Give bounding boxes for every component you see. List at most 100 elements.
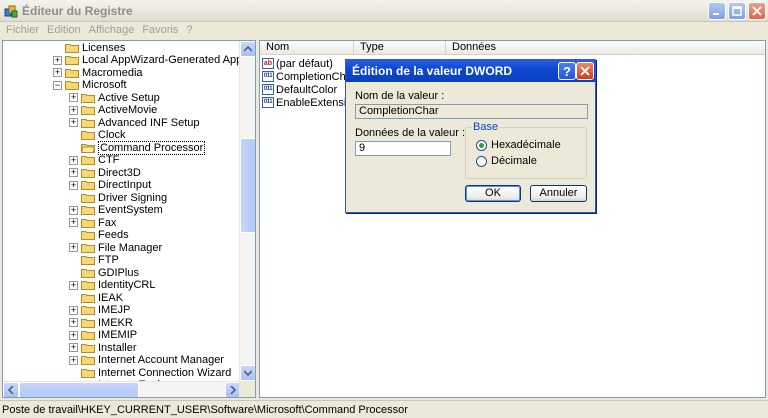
tree-item[interactable]: FTP (69, 254, 119, 267)
tree-item-label: CTF (98, 154, 120, 167)
tree-item[interactable]: + IMEKR (69, 317, 133, 330)
tree-item[interactable]: + Direct3D (69, 167, 141, 180)
hscroll-thumb[interactable] (19, 382, 139, 397)
expand-icon[interactable]: + (69, 280, 78, 290)
tree-item[interactable]: + File Manager (69, 242, 162, 255)
tree-item-label: Internet Connection Wizard (98, 366, 232, 379)
list-row[interactable]: 011 DefaultColor (262, 83, 337, 96)
column-type[interactable]: Type (354, 41, 446, 55)
title-bar: Éditeur du Registre (0, 0, 768, 22)
tree-item[interactable]: + IdentityCRL (69, 279, 155, 292)
registry-tree[interactable]: Licenses + Local AppWizard-Generated Appli… (2, 40, 256, 398)
tree-item-label: Direct3D (98, 166, 141, 179)
tree-item[interactable]: + IMEJP (69, 304, 130, 317)
tree-item[interactable]: − Microsoft (53, 79, 127, 92)
tree-item-label: EventSystem (98, 204, 163, 217)
help-button[interactable]: ? (558, 62, 576, 80)
tree-vertical-scrollbar[interactable] (239, 41, 255, 381)
tree-item[interactable]: Licenses (53, 42, 125, 55)
expand-icon[interactable]: + (69, 155, 78, 165)
expand-icon[interactable]: + (69, 305, 78, 315)
ok-button[interactable]: OK (465, 185, 521, 202)
status-bar: Poste de travail\HKEY_CURRENT_USER\Softw… (0, 400, 768, 418)
list-row[interactable]: ab (par défaut) (262, 57, 333, 70)
tree-item[interactable]: Driver Signing (69, 192, 167, 205)
tree-item[interactable]: Feeds (69, 229, 129, 242)
minimize-button[interactable] (708, 2, 726, 20)
tree-item[interactable]: + Local AppWizard-Generated Applications (53, 54, 255, 67)
radio-decimal[interactable]: Décimale (476, 155, 537, 167)
tree-item-label: DirectInput (98, 179, 152, 192)
expand-icon[interactable]: + (69, 343, 78, 353)
tree-item-label: GDIPlus (98, 266, 139, 279)
expand-icon[interactable]: + (69, 105, 78, 115)
expand-icon[interactable]: + (69, 243, 78, 253)
tree-item[interactable]: + Installer (69, 342, 137, 355)
tree-item-label: ActiveMovie (98, 104, 158, 117)
expand-icon[interactable]: + (69, 93, 78, 103)
tree-item-label: IdentityCRL (98, 279, 156, 292)
expand-icon[interactable]: + (53, 68, 62, 78)
tree-item[interactable]: + IMEMIP (69, 329, 137, 342)
tree-item[interactable]: + ActiveMovie (69, 104, 157, 117)
menu-favoris[interactable]: Favoris (138, 24, 182, 36)
folder-icon (81, 118, 95, 128)
close-button[interactable] (748, 2, 766, 20)
tree-item[interactable]: + Advanced INF Setup (69, 117, 200, 130)
string-value-icon: ab (262, 58, 274, 69)
folder-icon (81, 181, 95, 191)
binary-value-icon: 011 (262, 71, 274, 82)
folder-icon (81, 218, 95, 228)
tree-item[interactable]: Clock (69, 129, 126, 142)
tree-item[interactable]: + EventSystem (69, 204, 163, 217)
folder-icon (81, 156, 95, 166)
folder-icon (81, 93, 95, 103)
expand-icon[interactable]: + (53, 55, 62, 65)
maximize-button[interactable] (728, 2, 746, 20)
tree-item[interactable]: + Fax (69, 217, 116, 230)
scroll-left-button[interactable] (3, 382, 19, 397)
tree-horizontal-scrollbar[interactable] (3, 381, 241, 397)
expand-icon[interactable]: + (69, 180, 78, 190)
folder-icon (81, 343, 95, 353)
collapse-icon[interactable]: − (53, 80, 62, 90)
tree-item[interactable]: + DirectInput (69, 179, 151, 192)
tree-item[interactable]: Command Processor (69, 140, 206, 155)
expand-icon[interactable]: + (69, 205, 78, 215)
expand-icon[interactable]: + (69, 355, 78, 365)
tree-item[interactable]: + Macromedia (53, 67, 143, 80)
arrow-left-icon (8, 386, 14, 394)
tree-item[interactable]: Internet Connection Wizard (69, 367, 231, 380)
menu-help[interactable]: ? (182, 24, 196, 36)
menu-edition[interactable]: Edition (43, 24, 85, 36)
menu-fichier[interactable]: Fichier (2, 24, 43, 36)
tree-item-label: FTP (98, 254, 119, 267)
scroll-up-button[interactable] (240, 41, 255, 57)
column-donnees[interactable]: Données (446, 41, 765, 55)
value-name: DefaultColor (276, 83, 338, 96)
expand-icon[interactable]: + (69, 168, 78, 178)
menu-affichage[interactable]: Affichage (85, 24, 139, 36)
dialog-close-button[interactable] (576, 62, 594, 80)
list-row[interactable]: 011 CompletionChar (262, 70, 355, 83)
tree-item[interactable]: IEAK (69, 292, 123, 305)
scroll-thumb[interactable] (240, 138, 255, 233)
expand-icon[interactable]: + (69, 118, 78, 128)
cancel-button[interactable]: Annuler (530, 185, 587, 202)
expand-icon[interactable]: + (69, 330, 78, 340)
expand-icon[interactable]: + (69, 318, 78, 328)
binary-value-icon: 011 (262, 84, 274, 95)
tree-item-label: IEAK (98, 291, 124, 304)
tree-item-label: IMEMIP (98, 329, 138, 342)
tree-item[interactable]: + Internet Account Manager (69, 354, 224, 367)
expand-icon[interactable]: + (69, 218, 78, 228)
tree-item[interactable]: + CTF (69, 154, 119, 167)
scroll-down-button[interactable] (240, 365, 255, 381)
tree-item[interactable]: + Active Setup (69, 92, 160, 105)
tree-item-label: Fax (98, 216, 117, 229)
value-name: CompletionChar (276, 70, 356, 83)
radio-hexadecimal[interactable]: Hexadécimale (476, 139, 561, 151)
column-nom[interactable]: Nom (260, 41, 354, 55)
value-data-input[interactable]: 9 (355, 141, 451, 156)
tree-item[interactable]: GDIPlus (69, 267, 139, 280)
